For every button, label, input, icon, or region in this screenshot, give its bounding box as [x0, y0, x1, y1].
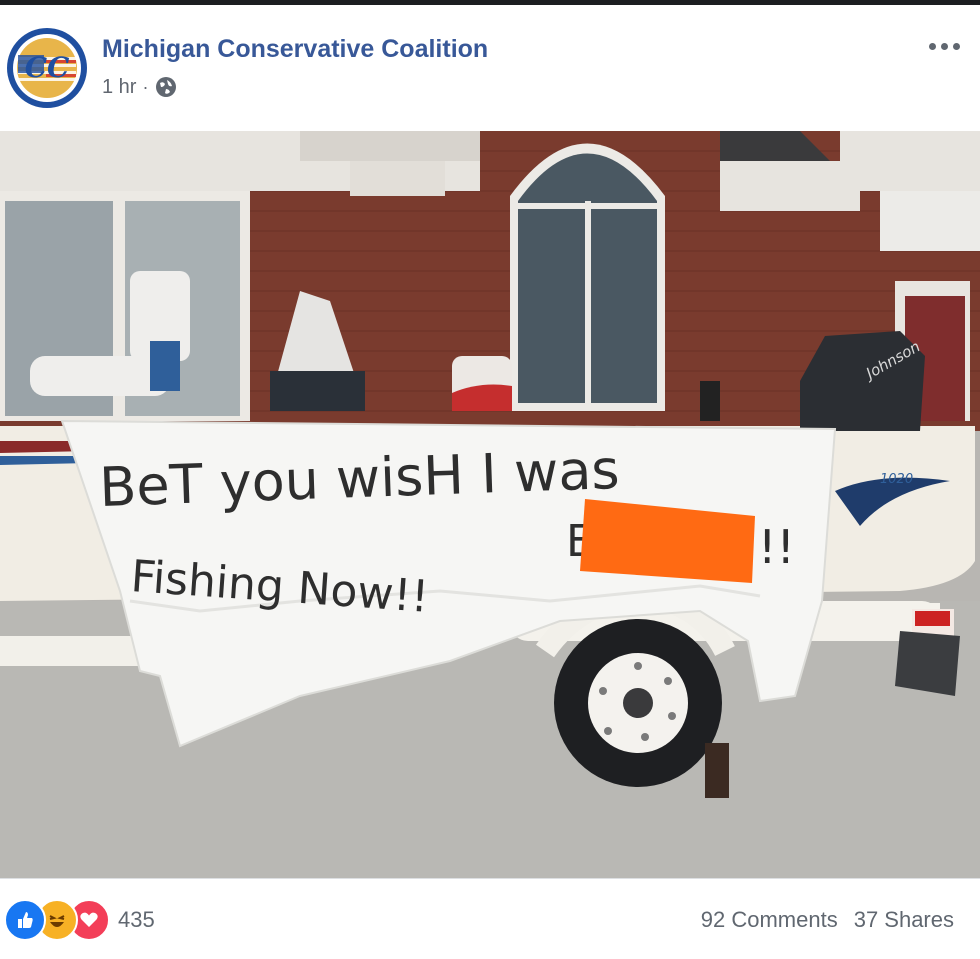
ellipsis-icon: [952, 42, 960, 50]
post-footer: 435 92 Comments 37 Shares: [0, 878, 980, 959]
shares-count-link[interactable]: 37 Shares: [854, 907, 954, 933]
post-photo[interactable]: 1020 Johnson BeT you wisH I was Fishing …: [0, 131, 980, 878]
ellipsis-icon: [940, 42, 948, 50]
banner-end-mark: !!: [758, 520, 795, 574]
reaction-count: 435: [118, 907, 155, 932]
post-meta: 1 hr ·: [102, 75, 178, 99]
reactions-summary[interactable]: 435: [4, 899, 155, 941]
post-header: CC Michigan Conservative Coalition 1 hr …: [0, 5, 980, 131]
page-avatar[interactable]: CC: [6, 27, 88, 109]
ellipsis-icon: [928, 42, 936, 50]
post-stats: 92 Comments 37 Shares: [701, 907, 954, 933]
page-name-link[interactable]: Michigan Conservative Coalition: [102, 35, 488, 64]
avatar-monogram: CC: [25, 51, 70, 84]
post-timestamp[interactable]: 1 hr: [102, 76, 136, 99]
comments-count-link[interactable]: 92 Comments: [701, 907, 838, 933]
globe-icon[interactable]: [154, 75, 178, 99]
more-options-button[interactable]: [920, 31, 968, 61]
boat-model-badge: 1020: [880, 472, 913, 487]
like-icon: [4, 899, 46, 941]
meta-separator: ·: [142, 76, 149, 97]
